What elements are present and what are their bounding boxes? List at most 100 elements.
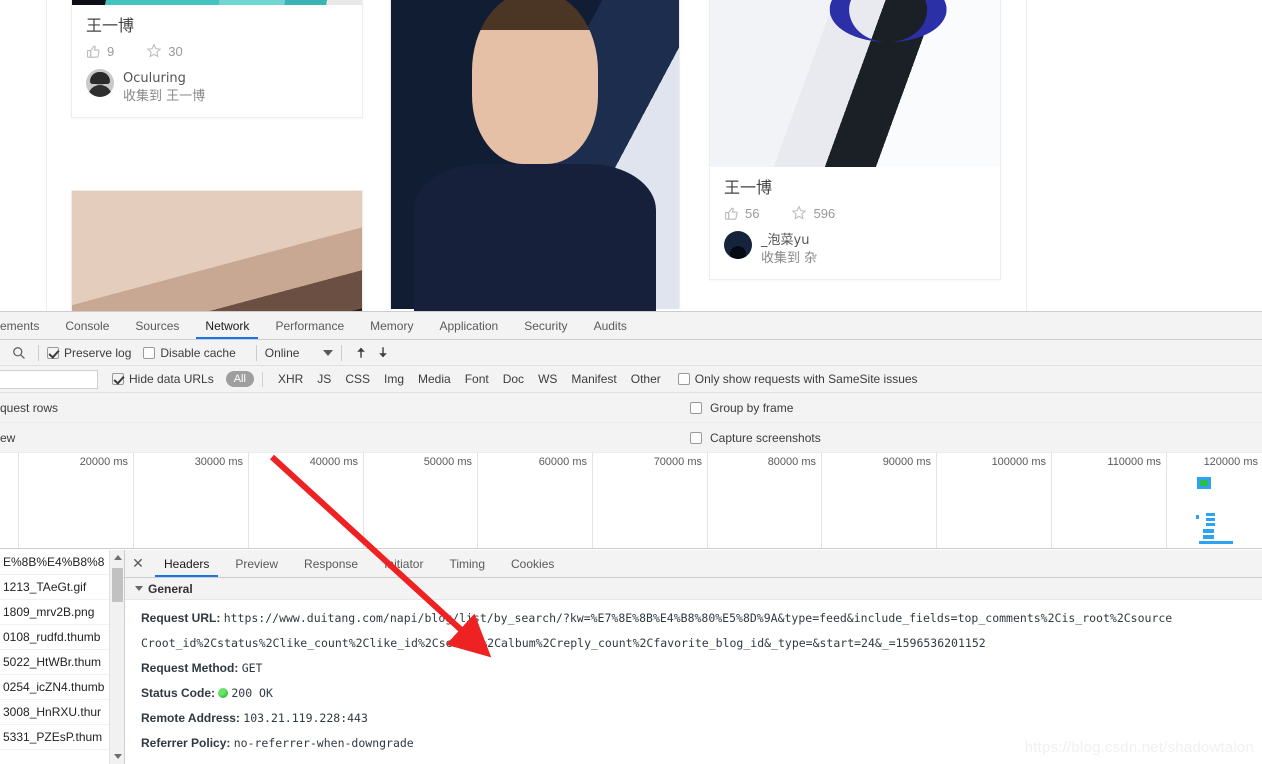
request-url-value-wrap[interactable]: Croot_id%2Cstatus%2Clike_count%2Clike_id… [141, 636, 986, 650]
tab-audits[interactable]: Audits [581, 312, 640, 339]
disable-cache-checkbox[interactable]: Disable cache [143, 345, 236, 360]
filter-type-js[interactable]: JS [310, 371, 338, 387]
tab-application[interactable]: Application [426, 312, 511, 339]
list-item[interactable]: 0108_rudfd.thumb [0, 625, 124, 650]
tab-console[interactable]: Console [52, 312, 122, 339]
ruler-label: 70000 ms [653, 456, 702, 468]
pin-image[interactable] [72, 191, 362, 311]
list-item[interactable]: 1213_TAeGt.gif [0, 575, 124, 600]
throttling-select[interactable]: Online [265, 346, 334, 360]
filter-type-doc[interactable]: Doc [496, 371, 531, 387]
like-stat[interactable]: 9 [86, 44, 114, 59]
tab-network[interactable]: Network [192, 312, 262, 339]
pin-user[interactable]: _泡菜yu 收集到 杂 [724, 231, 986, 267]
tab-elements[interactable]: ements [0, 312, 52, 339]
checkbox-box [690, 401, 702, 414]
tab-performance[interactable]: Performance [262, 312, 357, 339]
filter-input[interactable] [0, 369, 98, 389]
disable-cache-label: Disable cache [160, 345, 236, 360]
hide-data-urls-checkbox[interactable]: Hide data URLs [112, 372, 214, 386]
scroll-down-arrow-icon[interactable] [110, 749, 124, 764]
referrer-policy-key: Referrer Policy: [141, 736, 231, 750]
samesite-issues-checkbox[interactable]: Only show requests with SameSite issues [677, 372, 918, 386]
tab-label: Network [205, 318, 250, 333]
use-large-rows-label[interactable]: quest rows [0, 401, 58, 415]
web-page-content: 王一博 9 30 Oculuring 收集到 王一博 王一博 56 596 _泡… [0, 0, 1262, 311]
column-divider-left [46, 0, 47, 311]
group-by-frame-label: Group by frame [710, 400, 794, 415]
ruler-tick [18, 453, 19, 548]
status-ok-icon [218, 688, 229, 698]
ruler-label: 30000 ms [194, 456, 243, 468]
status-code-row: Status Code: 200 OK [141, 681, 1262, 706]
preserve-log-checkbox[interactable]: Preserve log [47, 346, 131, 360]
avatar[interactable] [724, 231, 752, 259]
scrollbar-thumb[interactable] [112, 568, 123, 602]
capture-screenshots-checkbox[interactable]: Capture screenshots [690, 431, 821, 445]
tab-timing[interactable]: Timing [436, 550, 498, 577]
pin-image[interactable] [710, 0, 1000, 167]
tab-memory[interactable]: Memory [357, 312, 426, 339]
pin-card[interactable]: 王一博 9 30 Oculuring 收集到 王一博 [71, 0, 363, 118]
ruler-label: 40000 ms [309, 456, 358, 468]
request-url-value[interactable]: https://www.duitang.com/napi/blog/list/b… [224, 611, 1173, 625]
favorite-stat[interactable]: 30 [146, 43, 183, 59]
tab-cookies[interactable]: Cookies [498, 550, 567, 577]
download-arrow-icon[interactable] [372, 343, 394, 363]
list-item[interactable]: 5331_PZEsP.thum [0, 725, 124, 750]
filter-type-media[interactable]: Media [411, 371, 458, 387]
filter-type-all[interactable]: All [225, 371, 254, 387]
scroll-up-arrow-icon[interactable] [110, 550, 124, 565]
group-by-frame-checkbox[interactable]: Group by frame [690, 401, 793, 415]
filter-type-xhr[interactable]: XHR [271, 371, 310, 387]
upload-arrow-icon[interactable] [350, 343, 372, 363]
tab-sources[interactable]: Sources [122, 312, 192, 339]
filter-type-img[interactable]: Img [377, 371, 411, 387]
ruler-label: 120000 ms [1203, 456, 1258, 468]
pin-card[interactable]: 王一博 56 596 _泡菜yu 收集到 杂 [709, 0, 1001, 280]
search-icon[interactable] [8, 343, 30, 363]
pin-stats: 56 596 [724, 205, 986, 221]
show-overview-label[interactable]: ew [0, 431, 15, 445]
tab-security[interactable]: Security [511, 312, 580, 339]
pin-user[interactable]: Oculuring 收集到 王一博 [86, 69, 348, 105]
tab-response[interactable]: Response [291, 550, 371, 577]
user-collection[interactable]: 收集到 杂 [761, 251, 817, 266]
request-url-row: Request URL: https://www.duitang.com/nap… [141, 606, 1262, 631]
filter-type-other[interactable]: Other [624, 371, 668, 387]
filter-type-css[interactable]: CSS [338, 371, 377, 387]
overview-activity-marker [1196, 515, 1199, 519]
list-item[interactable]: E%8B%E4%B8%8 [0, 550, 124, 575]
pin-card[interactable] [71, 190, 363, 311]
list-item[interactable]: 1809_mrv2B.png [0, 600, 124, 625]
filter-type-manifest[interactable]: Manifest [564, 371, 623, 387]
user-name[interactable]: _泡菜yu [761, 233, 809, 248]
favorite-stat[interactable]: 596 [791, 205, 835, 221]
list-item[interactable]: 0254_icZN4.thumb [0, 675, 124, 700]
ruler-tick [1166, 453, 1167, 548]
user-name[interactable]: Oculuring [123, 71, 186, 86]
avatar[interactable] [86, 69, 114, 97]
tab-initiator[interactable]: Initiator [371, 550, 436, 577]
list-item[interactable]: 3008_HnRXU.thur [0, 700, 124, 725]
favorite-count: 30 [168, 43, 183, 59]
pin-image[interactable] [391, 0, 679, 311]
like-stat[interactable]: 56 [724, 206, 759, 221]
overview-activity-marker [1206, 523, 1215, 526]
user-collection[interactable]: 收集到 王一博 [123, 89, 205, 104]
tab-label: Initiator [384, 556, 424, 571]
tab-preview[interactable]: Preview [222, 550, 291, 577]
user-meta: _泡菜yu 收集到 杂 [761, 231, 817, 267]
request-list-scrollbar[interactable] [109, 550, 124, 764]
pin-card[interactable] [390, 0, 680, 311]
tab-label: Headers [164, 556, 210, 571]
ruler-label: 60000 ms [538, 456, 587, 468]
list-item[interactable]: 5022_HtWBr.thum [0, 650, 124, 675]
filter-type-ws[interactable]: WS [531, 371, 564, 387]
general-section-header[interactable]: General [125, 578, 1262, 600]
network-overview-timeline[interactable]: 20000 ms 30000 ms 40000 ms 50000 ms 6000… [0, 453, 1262, 549]
close-icon[interactable]: ✕ [125, 550, 151, 577]
network-request-list[interactable]: E%8B%E4%B8%8 1213_TAeGt.gif 1809_mrv2B.p… [0, 550, 125, 764]
filter-type-font[interactable]: Font [458, 371, 496, 387]
tab-headers[interactable]: Headers [151, 550, 222, 577]
